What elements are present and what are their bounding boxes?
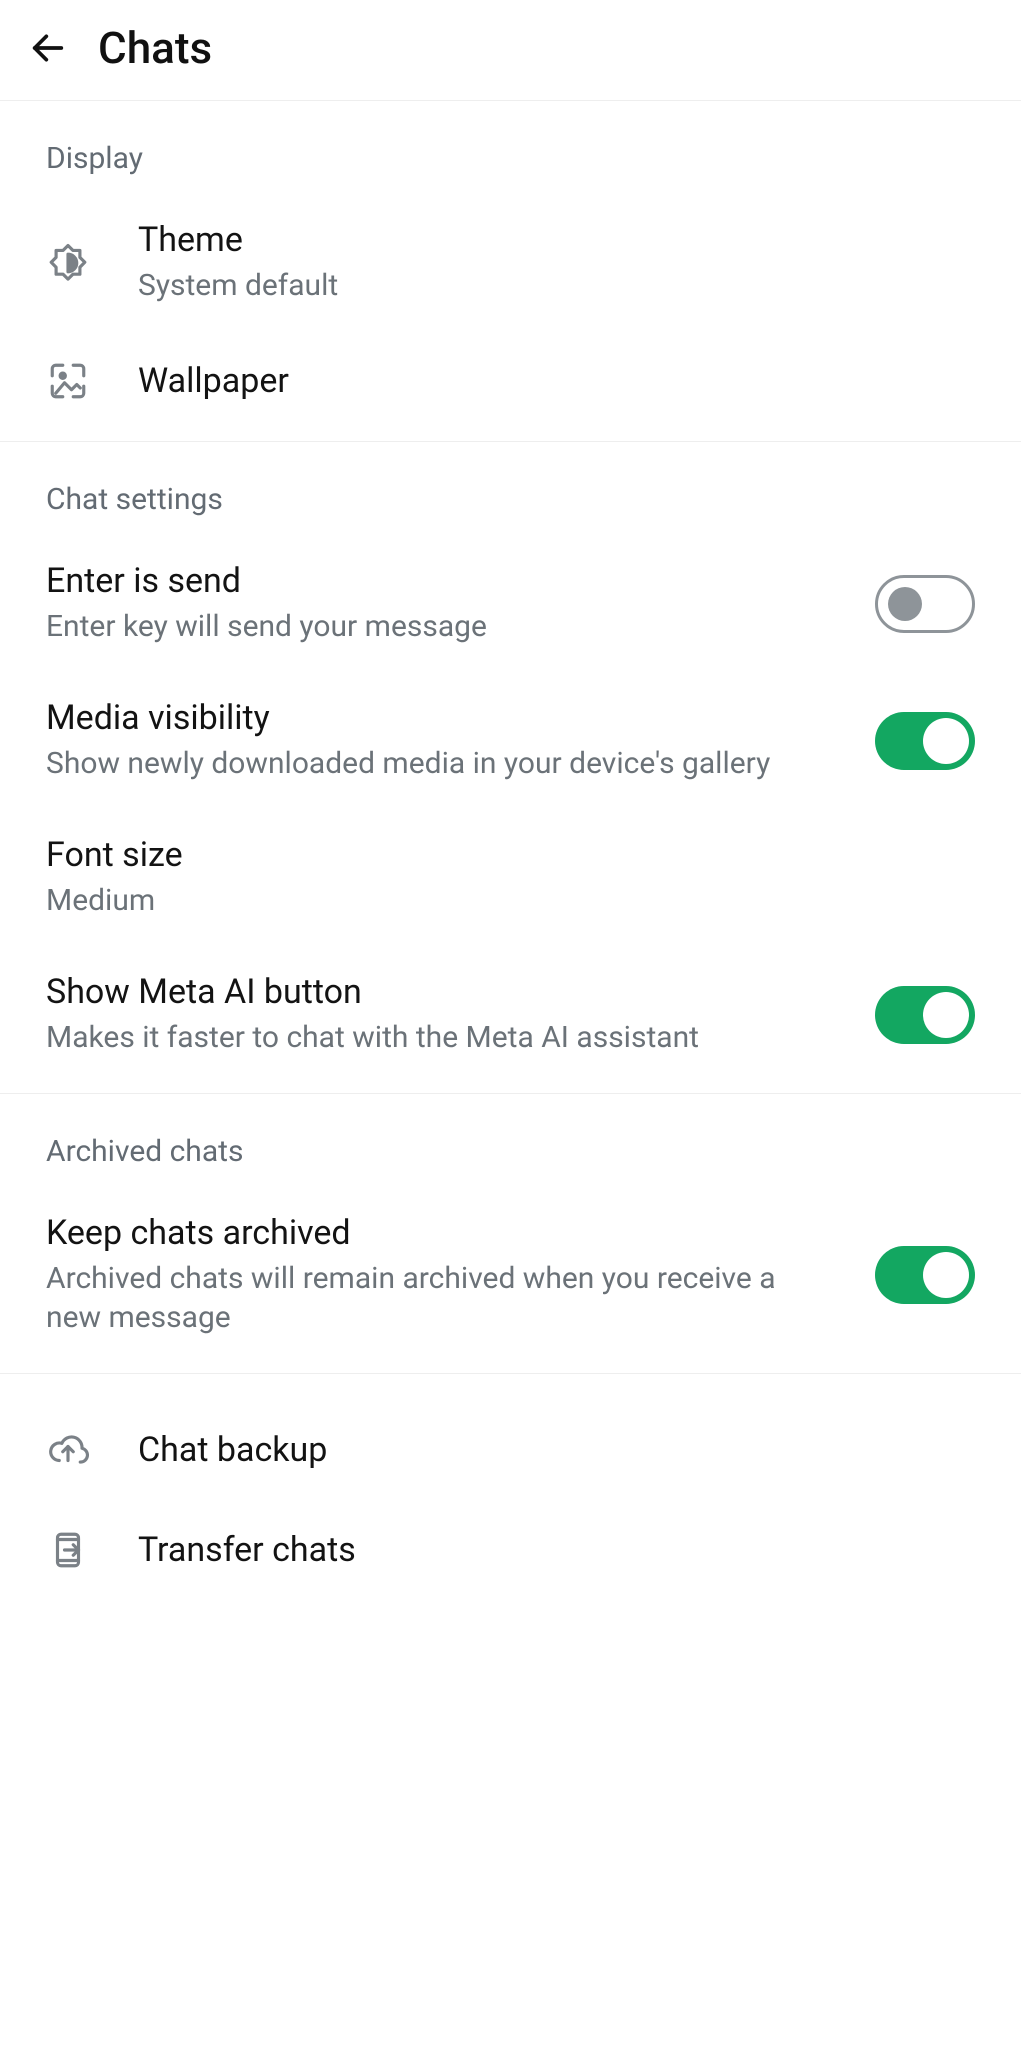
font-size-value: Medium (46, 881, 975, 920)
keep-archived-label: Keep chats archived (46, 1213, 827, 1253)
app-bar: Chats (0, 0, 1021, 101)
chat-backup-label: Chat backup (138, 1430, 975, 1470)
cloud-upload-icon (46, 1428, 90, 1472)
section-title-archived: Archived chats (0, 1134, 1021, 1187)
show-meta-ai-item[interactable]: Show Meta AI button Makes it faster to c… (0, 946, 1021, 1083)
media-visibility-item[interactable]: Media visibility Show newly downloaded m… (0, 672, 1021, 809)
enter-is-send-item[interactable]: Enter is send Enter key will send your m… (0, 535, 1021, 672)
chat-backup-item[interactable]: Chat backup (0, 1400, 1021, 1500)
section-title-display: Display (0, 141, 1021, 194)
theme-label: Theme (138, 220, 975, 260)
keep-archived-toggle[interactable] (875, 1246, 975, 1304)
theme-value: System default (138, 266, 975, 305)
section-footer: Chat backup Transfer chats (0, 1374, 1021, 1600)
enter-is-send-toggle[interactable] (875, 575, 975, 633)
section-archived: Archived chats Keep chats archived Archi… (0, 1094, 1021, 1374)
transfer-chats-label: Transfer chats (138, 1530, 975, 1570)
brightness-icon (46, 241, 90, 285)
font-size-item[interactable]: Font size Medium (0, 809, 1021, 946)
media-visibility-toggle[interactable] (875, 712, 975, 770)
section-title-chat-settings: Chat settings (0, 482, 1021, 535)
keep-archived-item[interactable]: Keep chats archived Archived chats will … (0, 1187, 1021, 1363)
wallpaper-label: Wallpaper (138, 361, 975, 401)
section-display: Display Theme System default Wallpap (0, 101, 1021, 442)
transfer-icon (46, 1528, 90, 1572)
keep-archived-desc: Archived chats will remain archived when… (46, 1259, 827, 1337)
show-meta-ai-label: Show Meta AI button (46, 972, 827, 1012)
enter-is-send-desc: Enter key will send your message (46, 607, 827, 646)
back-arrow-icon[interactable] (26, 26, 70, 70)
show-meta-ai-desc: Makes it faster to chat with the Meta AI… (46, 1018, 827, 1057)
transfer-chats-item[interactable]: Transfer chats (0, 1500, 1021, 1600)
media-visibility-label: Media visibility (46, 698, 827, 738)
media-visibility-desc: Show newly downloaded media in your devi… (46, 744, 827, 783)
wallpaper-icon (46, 359, 90, 403)
show-meta-ai-toggle[interactable] (875, 986, 975, 1044)
font-size-label: Font size (46, 835, 975, 875)
enter-is-send-label: Enter is send (46, 561, 827, 601)
section-chat-settings: Chat settings Enter is send Enter key wi… (0, 442, 1021, 1094)
wallpaper-item[interactable]: Wallpaper (0, 331, 1021, 431)
theme-item[interactable]: Theme System default (0, 194, 1021, 331)
page-title: Chats (98, 22, 212, 74)
